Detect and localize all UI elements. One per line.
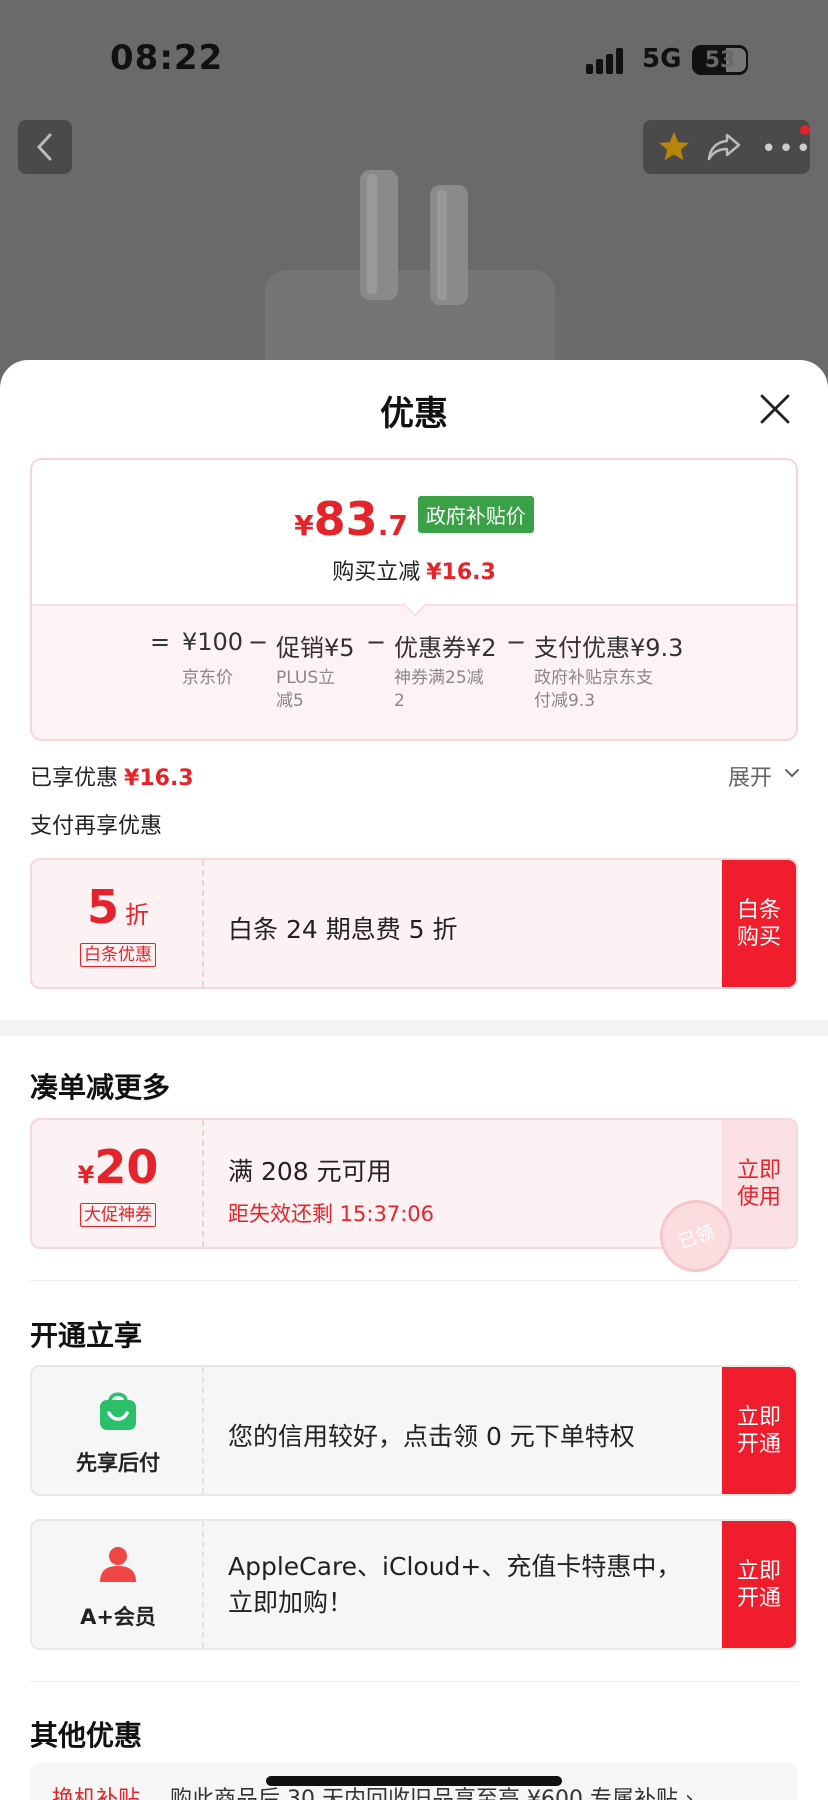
- breakdown-promo-value: 促销¥5: [276, 634, 355, 662]
- final-price: ¥83.7 政府补贴价: [32, 492, 796, 546]
- breakdown-base-value: ¥100: [182, 628, 244, 656]
- breakdown-op: −: [506, 628, 527, 656]
- sheet-title: 优惠: [380, 394, 448, 434]
- home-indicator[interactable]: [266, 1776, 562, 1786]
- breakdown-promo-desc: PLUS立 减5: [276, 668, 336, 711]
- breakdown-pay-desc: 政府补贴京东支 付减9.3: [534, 668, 653, 711]
- coupon-amount: 20: [94, 1140, 159, 1194]
- open-pay-later-button[interactable]: 立即 开通: [722, 1367, 796, 1494]
- aplus-member-text: AppleCare、iCloud+、充值卡特惠中， 立即加购！: [228, 1552, 682, 1617]
- enjoyed-value: ¥16.3: [124, 766, 194, 791]
- pay-later-card[interactable]: 先享后付 您的信用较好，点击领 0 元下单特权 立即 开通: [30, 1365, 798, 1496]
- baitiao-buy-button[interactable]: 白条 购买: [722, 860, 796, 987]
- discount-sheet: 优惠 ¥83.7 政府补贴价 购买立减 ¥16.3 = ¥100 京东价 − 促销¥…: [0, 360, 828, 1800]
- breakdown-equals: =: [150, 628, 171, 656]
- breakdown-pay-value: 支付优惠¥9.3: [534, 634, 684, 662]
- coupon-currency: ¥: [77, 1161, 95, 1189]
- trade-in-tag: 换机补贴: [52, 1787, 141, 1800]
- baitiao-discount-number: 5: [86, 880, 119, 934]
- chevron-down-icon[interactable]: [784, 765, 800, 781]
- open-aplus-button[interactable]: 立即 开通: [722, 1521, 796, 1648]
- status-time: 08:22: [110, 38, 224, 78]
- price-breakdown-card: ¥83.7 政府补贴价 购买立减 ¥16.3 = ¥100 京东价 − 促销¥5 P…: [30, 458, 798, 741]
- price-decimal: .7: [377, 509, 408, 542]
- baitiao-text: 白条 24 期息费 5 折: [228, 915, 458, 944]
- status-bar: 08:22 5G 53: [0, 0, 828, 110]
- pay-later-text: 您的信用较好，点击领 0 元下单特权: [228, 1422, 635, 1451]
- instant-discount: 购买立减 ¥16.3: [32, 554, 796, 586]
- signal-icon: [586, 48, 630, 74]
- price-currency: ¥: [294, 509, 314, 542]
- use-coupon-button[interactable]: 立即 使用: [722, 1120, 796, 1247]
- price-integer: 83: [313, 492, 378, 546]
- notification-dot: [800, 125, 810, 135]
- pay-later-name: 先享后付: [76, 1451, 160, 1475]
- product-page-background: 08:22 5G 53 •••: [0, 0, 828, 420]
- section-title-more: 凑单减更多: [30, 1071, 171, 1104]
- shopping-bag-icon: [100, 1392, 136, 1430]
- chevron-left-icon: [36, 133, 52, 161]
- instant-discount-label: 购买立减: [332, 560, 421, 585]
- breakdown-coupon-desc: 神券满25减 2: [394, 668, 484, 711]
- battery-level: 53: [704, 47, 736, 73]
- gov-subsidy-tag: 政府补贴价: [417, 496, 534, 533]
- close-icon[interactable]: [756, 390, 794, 428]
- pay-more-label: 支付再享优惠: [30, 814, 163, 839]
- breakdown-base-desc: 京东价: [182, 668, 233, 688]
- breakdown-coupon-value: 优惠券¥2: [394, 634, 497, 662]
- aplus-member-card[interactable]: A+会员 AppleCare、iCloud+、充值卡特惠中， 立即加购！ 立即 …: [30, 1519, 798, 1650]
- back-button[interactable]: [18, 120, 72, 174]
- top-right-actions: •••: [643, 120, 813, 174]
- battery-icon: 53: [692, 45, 748, 75]
- section-title-other: 其他优惠: [30, 1719, 143, 1752]
- coupon-condition: 满 208 元可用: [228, 1157, 392, 1186]
- coupon-tag: 大促神券: [80, 1203, 156, 1227]
- section-title-open: 开通立享: [30, 1319, 143, 1352]
- favorite-star-icon[interactable]: [657, 130, 691, 164]
- instant-discount-value: ¥16.3: [426, 560, 496, 585]
- enjoyed-discount: 已享优惠 ¥16.3: [30, 760, 194, 792]
- aplus-member-name: A+会员: [80, 1605, 156, 1629]
- more-icon[interactable]: •••: [761, 134, 813, 164]
- baitiao-offer-card[interactable]: 5折 白条优惠 白条 24 期息费 5 折 白条 购买: [30, 858, 798, 989]
- breakdown-op: −: [248, 628, 269, 656]
- user-icon: [100, 1547, 136, 1582]
- breakdown-op: −: [366, 628, 387, 656]
- baitiao-discount-unit: 折: [125, 901, 149, 929]
- expand-button[interactable]: 展开: [728, 760, 772, 792]
- baitiao-tag: 白条优惠: [80, 943, 156, 967]
- enjoyed-label: 已享优惠: [30, 766, 119, 791]
- network-type: 5G: [642, 44, 682, 74]
- coupon-countdown: 距失效还剩 15:37:06: [228, 1202, 434, 1226]
- share-icon[interactable]: [707, 132, 741, 162]
